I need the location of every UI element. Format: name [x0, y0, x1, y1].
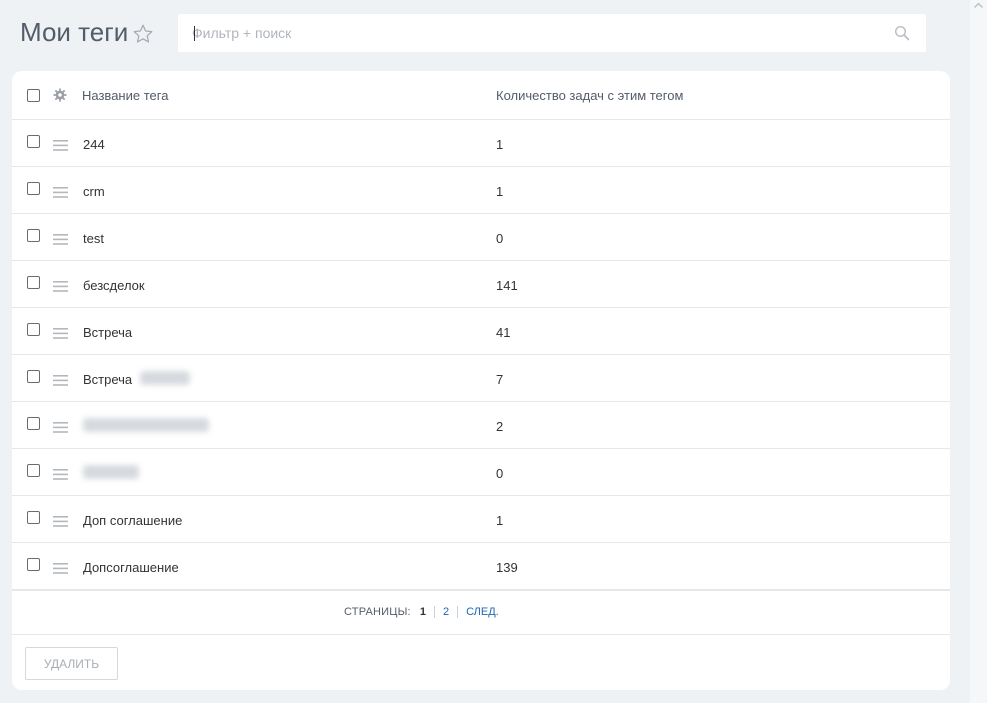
- tag-name[interactable]: Встреча: [83, 372, 132, 387]
- text-caret: [194, 26, 195, 41]
- drag-handle-icon[interactable]: [53, 375, 68, 386]
- page-header: Мои теги: [0, 0, 987, 70]
- task-count: 141: [496, 278, 518, 293]
- task-count: 139: [496, 560, 518, 575]
- table-row[interactable]: crm 1: [12, 167, 950, 214]
- table-row[interactable]: безсделок 141: [12, 261, 950, 308]
- table-row[interactable]: Встреча 41: [12, 308, 950, 355]
- blurred-text: [83, 465, 139, 479]
- task-count: 7: [496, 372, 504, 387]
- search-box[interactable]: [178, 14, 926, 52]
- table-row[interactable]: 2: [12, 402, 950, 449]
- star-icon[interactable]: [132, 23, 154, 45]
- row-checkbox[interactable]: [27, 182, 40, 195]
- tags-panel: Название тега Количество задач с этим те…: [12, 71, 950, 690]
- next-page-link[interactable]: След.: [457, 606, 499, 618]
- blurred-text: [140, 371, 190, 385]
- task-count: 1: [496, 137, 504, 152]
- blurred-text: [83, 418, 209, 432]
- task-count: 41: [496, 325, 511, 340]
- drag-handle-icon[interactable]: [53, 281, 68, 292]
- drag-handle-icon[interactable]: [53, 563, 68, 574]
- select-all-checkbox[interactable]: [27, 89, 40, 102]
- search-icon[interactable]: [894, 25, 910, 41]
- page-current: 1: [419, 606, 426, 618]
- page-link-2[interactable]: 2: [433, 606, 457, 618]
- column-header-task-count[interactable]: Количество задач с этим тегом: [496, 88, 683, 103]
- table-row[interactable]: Допсоглашение 139: [12, 543, 950, 590]
- table-row[interactable]: test 0: [12, 214, 950, 261]
- tag-name[interactable]: Доп соглашение: [83, 513, 182, 528]
- tag-name[interactable]: crm: [83, 184, 105, 199]
- scrollbar[interactable]: [970, 0, 987, 703]
- table-row[interactable]: 0: [12, 449, 950, 496]
- table-row[interactable]: Доп соглашение 1: [12, 496, 950, 543]
- drag-handle-icon[interactable]: [53, 187, 68, 198]
- tag-name[interactable]: 244: [83, 137, 105, 152]
- tag-name[interactable]: Допсоглашение: [83, 560, 179, 575]
- table-row[interactable]: Встреча 7: [12, 355, 950, 402]
- scroll-up-icon[interactable]: [974, 2, 983, 8]
- delete-button[interactable]: Удалить: [25, 647, 118, 680]
- row-checkbox[interactable]: [27, 558, 40, 571]
- drag-handle-icon[interactable]: [53, 140, 68, 151]
- row-checkbox[interactable]: [27, 323, 40, 336]
- gear-icon[interactable]: [53, 88, 67, 102]
- tag-name[interactable]: безсделок: [83, 278, 145, 293]
- drag-handle-icon[interactable]: [53, 328, 68, 339]
- task-count: 0: [496, 466, 504, 481]
- drag-handle-icon[interactable]: [53, 469, 68, 480]
- task-count: 0: [496, 231, 504, 246]
- pagination: Страницы: 1 2 След.: [12, 590, 950, 635]
- table-body: 244 1 crm 1 test 0 безсделок 141 Встреча…: [12, 120, 950, 590]
- drag-handle-icon[interactable]: [53, 422, 68, 433]
- task-count: 1: [496, 513, 504, 528]
- row-checkbox[interactable]: [27, 135, 40, 148]
- search-input[interactable]: [192, 14, 872, 52]
- table-row[interactable]: 244 1: [12, 120, 950, 167]
- drag-handle-icon[interactable]: [53, 234, 68, 245]
- tag-name[interactable]: test: [83, 231, 104, 246]
- row-checkbox[interactable]: [27, 370, 40, 383]
- task-count: 2: [496, 419, 504, 434]
- row-checkbox[interactable]: [27, 229, 40, 242]
- table-header: Название тега Количество задач с этим те…: [12, 71, 950, 120]
- task-count: 1: [496, 184, 504, 199]
- row-checkbox[interactable]: [27, 511, 40, 524]
- row-checkbox[interactable]: [27, 464, 40, 477]
- page-title: Мои теги: [20, 17, 129, 47]
- row-checkbox[interactable]: [27, 417, 40, 430]
- column-header-tag-name[interactable]: Название тега: [82, 88, 168, 103]
- row-checkbox[interactable]: [27, 276, 40, 289]
- pagination-label: Страницы:: [344, 606, 411, 618]
- tag-name[interactable]: Встреча: [83, 325, 132, 340]
- drag-handle-icon[interactable]: [53, 516, 68, 527]
